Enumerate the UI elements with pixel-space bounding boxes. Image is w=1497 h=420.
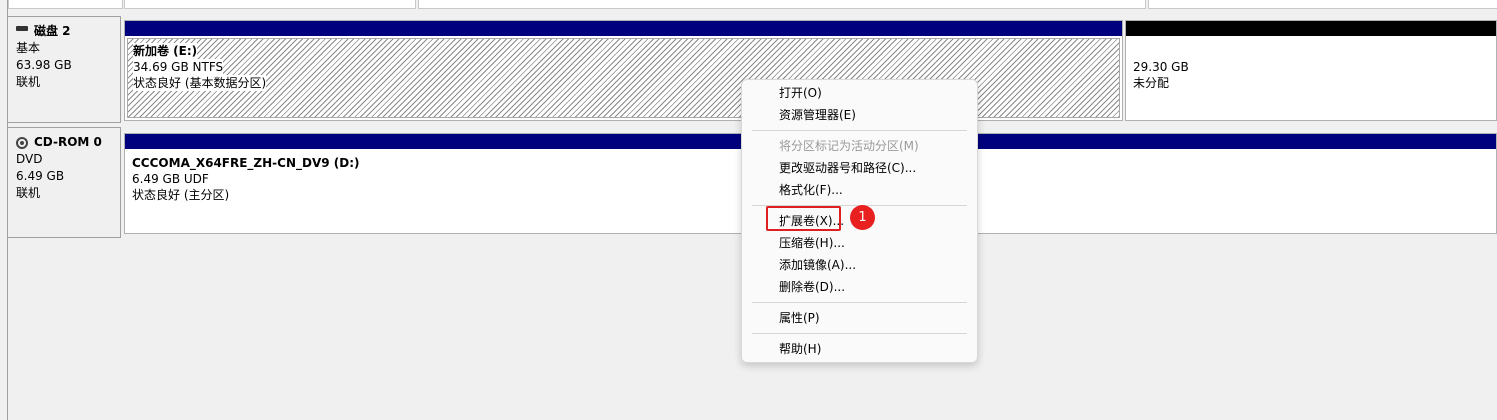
menu-item-explorer[interactable]: 资源管理器(E) [779,105,856,125]
disk-type: 基本 [16,41,41,55]
menu-item-help[interactable]: 帮助(H) [779,339,821,359]
partition-bar-unallocated [1126,21,1496,36]
menu-item-mark-active[interactable]: 将分区标记为活动分区(M) [779,136,919,156]
unallocated-status: 未分配 [1133,76,1170,90]
menu-separator [752,302,967,303]
disk-status: 联机 [16,75,41,89]
unallocated-size: 29.30 GB [1133,60,1189,74]
disk-size: 6.49 GB [16,169,65,183]
partition-size: 34.69 GB NTFS [133,59,224,75]
menu-item-change-drive-letter[interactable]: 更改驱动器号和路径(C)... [779,158,916,178]
menu-item-add-mirror[interactable]: 添加镜像(A)... [779,255,856,275]
menu-separator [752,333,967,334]
menu-item-shrink-volume[interactable]: 压缩卷(H)... [779,233,845,253]
unallocated-space[interactable]: 29.30 GB 未分配 [1125,20,1497,121]
menu-item-open[interactable]: 打开(O) [779,83,822,103]
disk-size: 63.98 GB [16,58,72,72]
menu-item-properties[interactable]: 属性(P) [779,308,820,328]
disk-name: 磁盘 2 [34,24,71,38]
left-border [0,0,8,420]
menu-separator [752,130,967,131]
disk-icon [16,26,28,31]
menu-item-format[interactable]: 格式化(F)... [779,180,843,200]
partition-status: 状态良好 (基本数据分区) [133,75,267,91]
disk-2-info[interactable]: 磁盘 2 基本 63.98 GB 联机 [8,16,121,123]
menu-item-delete-volume[interactable]: 删除卷(D)... [779,277,845,297]
highlight-box [766,206,841,231]
cdrom-icon [16,136,28,149]
step-badge: 1 [850,205,875,230]
disk-type: DVD [16,152,43,166]
partition-label: 新加卷 (E:) [133,43,198,59]
cdrom-0-info[interactable]: CD-ROM 0 DVD 6.49 GB 联机 [8,127,121,238]
disk-status: 联机 [16,186,41,200]
partition-bar-primary [125,21,1122,36]
previous-disk-row-edge [8,0,1497,11]
disk-name: CD-ROM 0 [34,135,102,149]
